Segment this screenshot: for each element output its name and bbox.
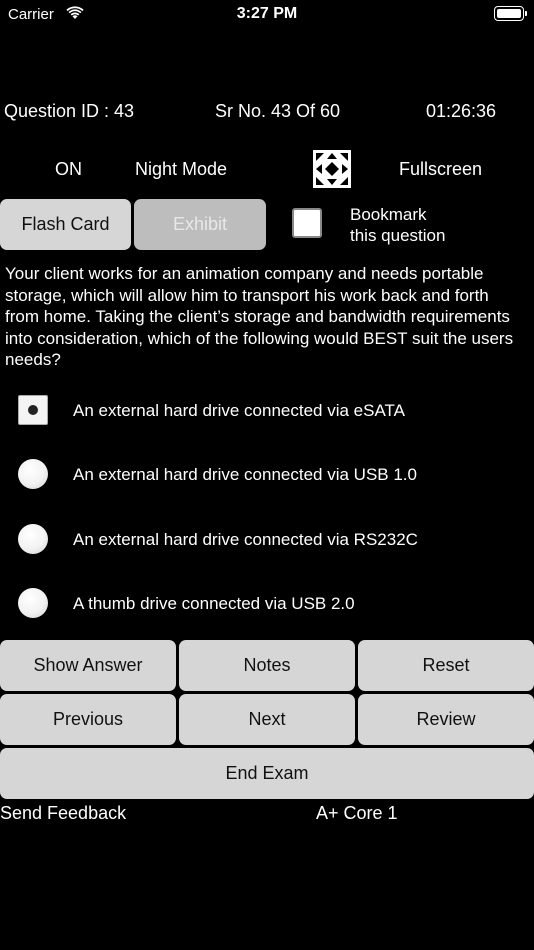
question-id: Question ID : 43	[4, 101, 135, 121]
serial-number: Sr No. 43 Of 60	[215, 101, 341, 121]
option-label: An external hard drive connected via RS2…	[73, 530, 418, 549]
option-label: A thumb drive connected via USB 2.0	[73, 594, 355, 613]
exhibit-button[interactable]: Exhibit	[134, 199, 266, 250]
question-text: Your client works for an animation compa…	[5, 264, 514, 369]
option-label: An external hard drive connected via eSA…	[73, 401, 405, 420]
battery-icon	[494, 6, 527, 21]
radio-button-selected[interactable]	[18, 395, 48, 425]
flash-card-button[interactable]: Flash Card	[0, 199, 131, 250]
night-mode-label: Night Mode	[135, 159, 228, 179]
previous-button[interactable]: Previous	[0, 694, 176, 745]
next-button[interactable]: Next	[179, 694, 355, 745]
review-button[interactable]: Review	[358, 694, 534, 745]
show-answer-button[interactable]: Show Answer	[0, 640, 176, 691]
night-mode-toggle[interactable]: ON	[55, 159, 82, 180]
notes-button[interactable]: Notes	[179, 640, 355, 691]
answer-option-3[interactable]: An external hard drive connected via RS2…	[0, 514, 534, 564]
radio-button[interactable]	[18, 524, 48, 554]
fullscreen-label[interactable]: Fullscreen	[399, 159, 482, 180]
status-bar: Carrier 3:27 PM	[0, 0, 534, 28]
end-exam-button[interactable]: End Exam	[0, 748, 534, 799]
option-label: An external hard drive connected via USB…	[73, 465, 417, 484]
answer-option-2[interactable]: An external hard drive connected via USB…	[0, 449, 534, 499]
fullscreen-icon[interactable]	[313, 150, 351, 188]
radio-button[interactable]	[18, 459, 48, 489]
exam-name: A+ Core 1	[316, 803, 398, 823]
bookmark-checkbox[interactable]	[292, 208, 322, 238]
answer-option-1[interactable]: An external hard drive connected via eSA…	[0, 385, 534, 435]
send-feedback-link[interactable]: Send Feedback	[0, 803, 126, 824]
answer-option-4[interactable]: A thumb drive connected via USB 2.0	[0, 578, 534, 628]
exam-timer: 01:26:36	[426, 101, 497, 121]
reset-button[interactable]: Reset	[358, 640, 534, 691]
bookmark-label: Bookmark this question	[350, 205, 446, 245]
radio-button[interactable]	[18, 588, 48, 618]
clock: 3:27 PM	[236, 5, 298, 22]
